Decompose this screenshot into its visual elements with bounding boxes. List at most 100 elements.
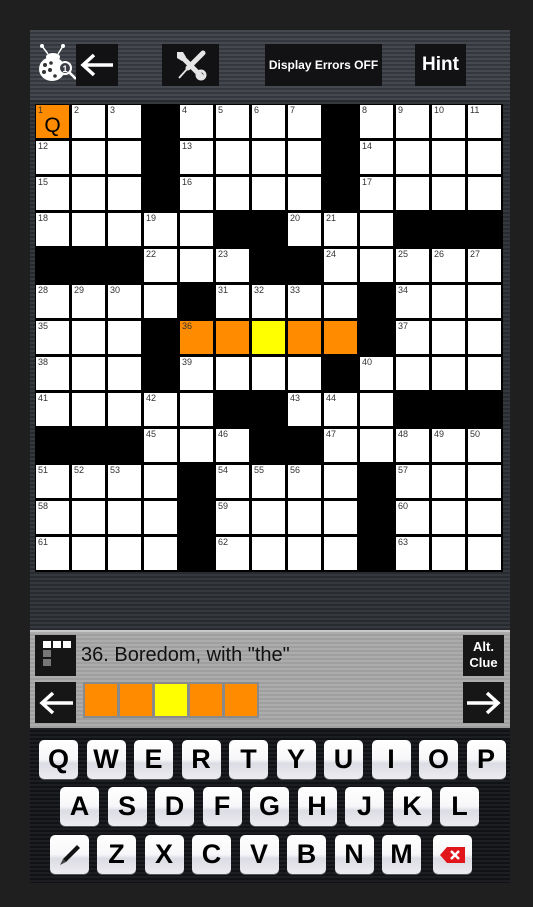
key-t[interactable]: T <box>229 740 268 779</box>
key-m[interactable]: M <box>382 835 421 874</box>
settings-tools-button[interactable] <box>162 44 219 86</box>
key-z[interactable]: Z <box>97 835 136 874</box>
grid-cell[interactable] <box>431 140 467 176</box>
grid-cell[interactable] <box>71 212 107 248</box>
grid-cell[interactable] <box>215 140 251 176</box>
grid-cell[interactable] <box>179 428 215 464</box>
grid-cell[interactable] <box>431 320 467 356</box>
grid-cell[interactable]: 11 <box>467 104 503 140</box>
grid-cell[interactable]: 42 <box>143 392 179 428</box>
grid-cell[interactable] <box>287 176 323 212</box>
grid-cell[interactable]: 16 <box>179 176 215 212</box>
grid-cell[interactable] <box>431 536 467 572</box>
key-q[interactable]: Q <box>39 740 78 779</box>
grid-cell[interactable]: 1Q <box>35 104 71 140</box>
grid-cell[interactable] <box>107 140 143 176</box>
grid-cell[interactable] <box>251 320 287 356</box>
key-p[interactable]: P <box>466 740 506 779</box>
key-c[interactable]: C <box>192 835 231 874</box>
grid-cell[interactable]: 60 <box>395 500 431 536</box>
grid-cell[interactable] <box>215 356 251 392</box>
grid-cell[interactable]: 45 <box>143 428 179 464</box>
grid-cell[interactable] <box>71 356 107 392</box>
grid-cell[interactable] <box>431 464 467 500</box>
grid-cell[interactable] <box>323 284 359 320</box>
grid-cell[interactable] <box>107 356 143 392</box>
clue-list-button[interactable] <box>35 635 76 676</box>
grid-cell[interactable]: 19 <box>143 212 179 248</box>
grid-cell[interactable] <box>359 392 395 428</box>
key-h[interactable]: H <box>297 787 337 826</box>
grid-cell[interactable]: 26 <box>431 248 467 284</box>
grid-cell[interactable]: 24 <box>323 248 359 284</box>
grid-cell[interactable] <box>287 500 323 536</box>
grid-cell[interactable] <box>395 140 431 176</box>
grid-cell[interactable]: 30 <box>107 284 143 320</box>
grid-cell[interactable] <box>359 212 395 248</box>
key-e[interactable]: E <box>134 740 173 779</box>
answer-box[interactable] <box>120 684 152 716</box>
grid-cell[interactable] <box>323 320 359 356</box>
grid-cell[interactable]: 28 <box>35 284 71 320</box>
answer-box[interactable] <box>85 684 117 716</box>
key-b[interactable]: B <box>287 835 326 874</box>
key-u[interactable]: U <box>324 740 363 779</box>
grid-cell[interactable] <box>251 356 287 392</box>
grid-cell[interactable]: 2 <box>71 104 107 140</box>
grid-cell[interactable]: 58 <box>35 500 71 536</box>
key-y[interactable]: Y <box>276 740 316 779</box>
grid-cell[interactable] <box>107 212 143 248</box>
grid-cell[interactable] <box>467 140 503 176</box>
grid-cell[interactable]: 32 <box>251 284 287 320</box>
key-s[interactable]: S <box>107 787 147 826</box>
key-d[interactable]: D <box>155 787 194 826</box>
grid-cell[interactable]: 62 <box>215 536 251 572</box>
grid-cell[interactable] <box>215 176 251 212</box>
grid-cell[interactable]: 20 <box>287 212 323 248</box>
grid-cell[interactable]: 34 <box>395 284 431 320</box>
answer-box[interactable] <box>155 684 187 716</box>
grid-cell[interactable]: 43 <box>287 392 323 428</box>
grid-cell[interactable]: 56 <box>287 464 323 500</box>
grid-cell[interactable]: 47 <box>323 428 359 464</box>
grid-cell[interactable]: 14 <box>359 140 395 176</box>
grid-cell[interactable]: 44 <box>323 392 359 428</box>
grid-cell[interactable]: 18 <box>35 212 71 248</box>
grid-cell[interactable] <box>431 500 467 536</box>
grid-cell[interactable] <box>431 356 467 392</box>
grid-cell[interactable]: 12 <box>35 140 71 176</box>
grid-cell[interactable]: 21 <box>323 212 359 248</box>
grid-cell[interactable] <box>179 212 215 248</box>
grid-cell[interactable] <box>107 176 143 212</box>
grid-cell[interactable]: 52 <box>71 464 107 500</box>
grid-cell[interactable] <box>323 500 359 536</box>
previous-clue-button[interactable] <box>35 682 76 723</box>
back-button[interactable] <box>76 44 118 86</box>
grid-cell[interactable] <box>251 536 287 572</box>
grid-cell[interactable]: 35 <box>35 320 71 356</box>
key-l[interactable]: L <box>440 787 479 826</box>
grid-cell[interactable] <box>179 392 215 428</box>
grid-cell[interactable]: 55 <box>251 464 287 500</box>
grid-cell[interactable]: 40 <box>359 356 395 392</box>
grid-cell[interactable]: 25 <box>395 248 431 284</box>
key-o[interactable]: O <box>419 740 458 779</box>
grid-cell[interactable] <box>71 176 107 212</box>
grid-cell[interactable]: 39 <box>179 356 215 392</box>
grid-cell[interactable]: 23 <box>215 248 251 284</box>
grid-cell[interactable] <box>323 464 359 500</box>
display-errors-toggle[interactable]: Display Errors OFF <box>265 44 382 86</box>
grid-cell[interactable] <box>431 284 467 320</box>
grid-cell[interactable] <box>143 464 179 500</box>
grid-cell[interactable]: 37 <box>395 320 431 356</box>
grid-cell[interactable]: 41 <box>35 392 71 428</box>
grid-cell[interactable] <box>467 464 503 500</box>
grid-cell[interactable]: 57 <box>395 464 431 500</box>
grid-cell[interactable] <box>107 500 143 536</box>
grid-cell[interactable] <box>287 356 323 392</box>
grid-cell[interactable] <box>107 392 143 428</box>
grid-cell[interactable] <box>71 140 107 176</box>
answer-box[interactable] <box>190 684 222 716</box>
grid-cell[interactable]: 29 <box>71 284 107 320</box>
grid-cell[interactable]: 4 <box>179 104 215 140</box>
